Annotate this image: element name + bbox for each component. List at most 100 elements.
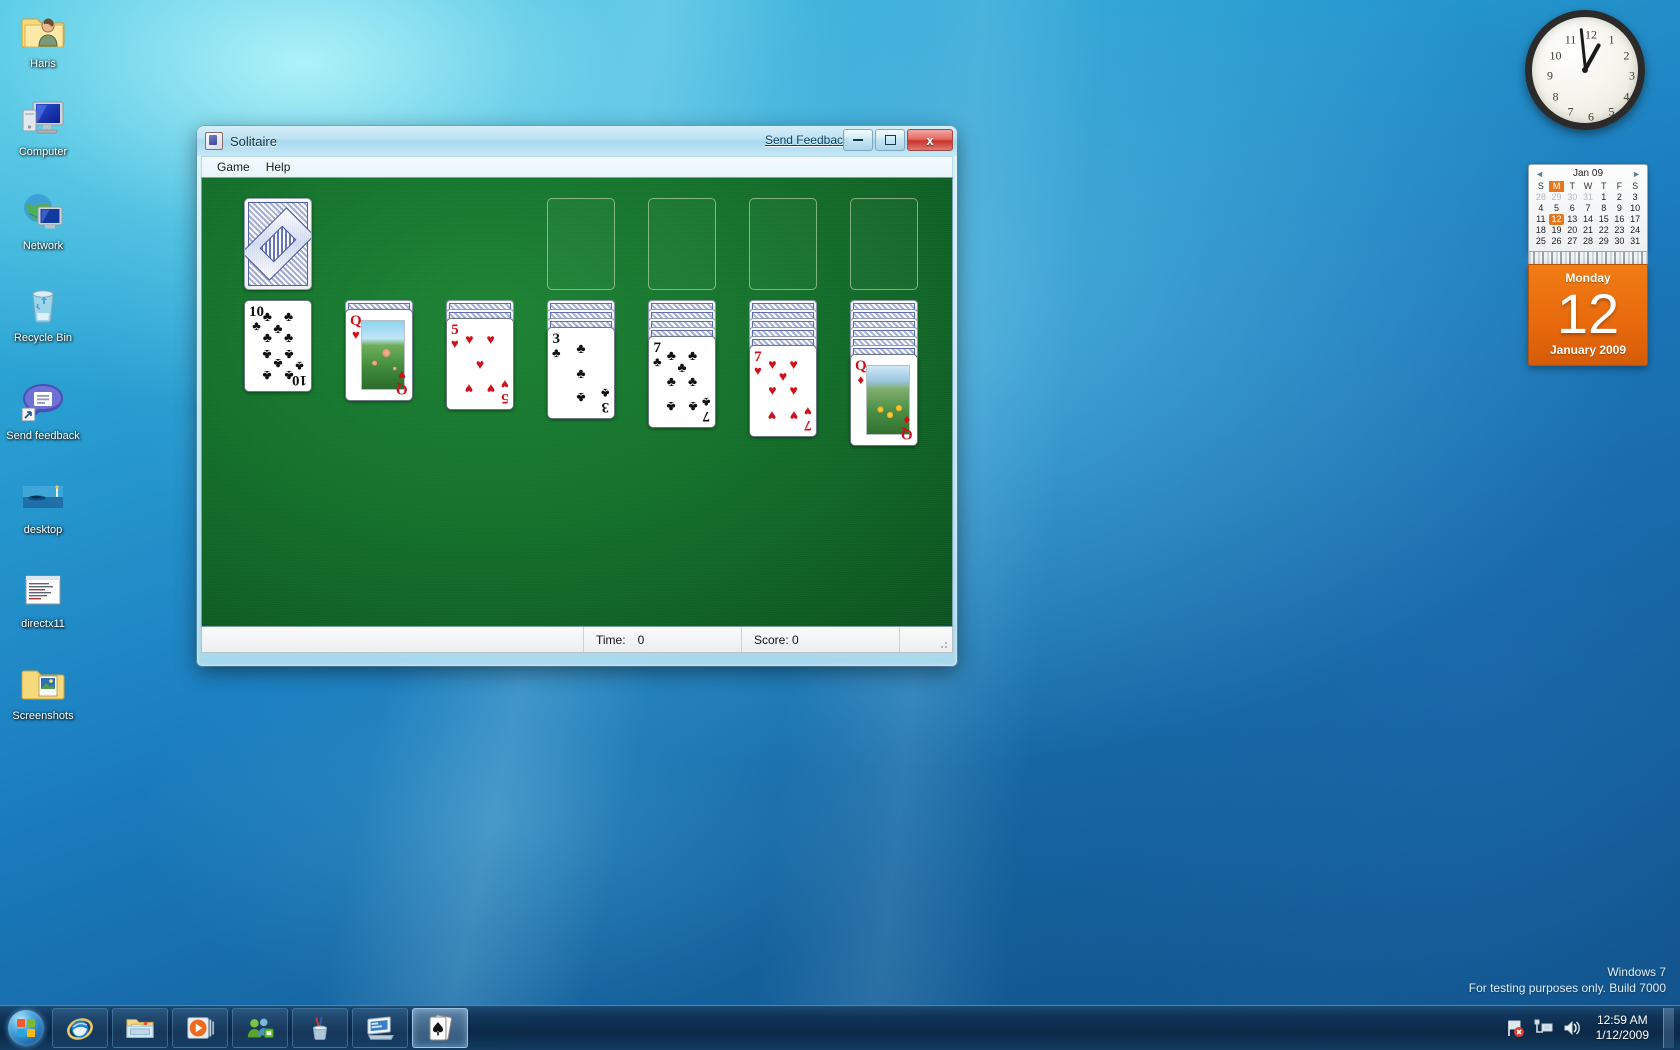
- network-icon[interactable]: [1533, 1018, 1555, 1038]
- prev-month-arrow-icon[interactable]: ◄: [1535, 169, 1544, 179]
- calendar-date-cell[interactable]: 16: [1612, 214, 1628, 225]
- calendar-today-cell[interactable]: 12: [1548, 214, 1565, 225]
- taskbar-messenger[interactable]: [232, 1008, 288, 1048]
- start-button[interactable]: [4, 1008, 48, 1048]
- calendar-date-cell[interactable]: 8: [1596, 203, 1612, 214]
- foundation-4[interactable]: [850, 198, 918, 290]
- foundation-1[interactable]: [547, 198, 615, 290]
- menu-help[interactable]: Help: [258, 158, 299, 176]
- calendar-date-cell[interactable]: 5: [1549, 203, 1565, 214]
- menu-game[interactable]: Game: [209, 158, 258, 176]
- tableau-column-5[interactable]: 7 ♣ ♣ ♣ ♣ ♣ ♣ ♣ ♣ 7 ♣: [648, 336, 716, 428]
- calendar-date-cell[interactable]: 18: [1533, 225, 1549, 236]
- calendar-month-year: January 2009: [1549, 343, 1627, 357]
- calendar-gadget[interactable]: ◄ Jan 09 ► S M T W T F S 28 29 30 31 1 2 3 4 5 6 7 8 9 10 11 1…: [1528, 164, 1648, 414]
- foundation-2[interactable]: [648, 198, 716, 290]
- taskbar-internet-explorer[interactable]: [52, 1008, 108, 1048]
- action-center-icon[interactable]: [1505, 1018, 1527, 1038]
- system-tray[interactable]: 12:59 AM 1/12/2009: [1502, 1008, 1680, 1048]
- desktop-icon-network[interactable]: Network: [4, 188, 82, 252]
- calendar-date-cell[interactable]: 26: [1549, 236, 1565, 247]
- tableau-column-1[interactable]: 10 ♣ ♣ ♣ ♣ ♣ ♣ ♣ ♣ ♣ ♣ ♣ 10 ♣: [244, 300, 312, 392]
- calendar-date-cell[interactable]: 28: [1580, 236, 1596, 247]
- minimize-button[interactable]: [843, 129, 873, 151]
- volume-icon[interactable]: [1561, 1018, 1583, 1038]
- calendar-month-view[interactable]: ◄ Jan 09 ► S M T W T F S 28 29 30 31 1 2 3 4 5 6 7 8 9 10 11 1…: [1528, 164, 1648, 252]
- calendar-grid[interactable]: S M T W T F S 28 29 30 31 1 2 3 4 5 6 7 8 9 10 11 12 13 14 15 16 17…: [1533, 181, 1643, 247]
- calendar-date-cell[interactable]: 1: [1596, 192, 1612, 203]
- calendar-date-cell[interactable]: 13: [1564, 214, 1580, 225]
- calendar-date-cell[interactable]: 25: [1533, 236, 1549, 247]
- calendar-date-cell[interactable]: 28: [1533, 192, 1549, 203]
- card-corner-bottom: 3 ♣: [601, 386, 610, 415]
- resize-grip-icon[interactable]: [937, 638, 949, 650]
- calendar-header: ◄ Jan 09 ►: [1533, 168, 1643, 181]
- close-button[interactable]: x: [907, 129, 953, 151]
- tableau-column-2[interactable]: Q ♥ Q ♥: [345, 309, 413, 401]
- maximize-button[interactable]: [875, 129, 905, 151]
- titlebar[interactable]: Solitaire Send Feedback x: [197, 126, 957, 156]
- calendar-date-cell[interactable]: 24: [1627, 225, 1643, 236]
- calendar-date-cell[interactable]: 30: [1612, 236, 1628, 247]
- card-corner-top: 7 ♥: [754, 350, 762, 378]
- calendar-date-cell[interactable]: 7: [1580, 203, 1596, 214]
- foundation-3[interactable]: [749, 198, 817, 290]
- send-feedback-link[interactable]: Send Feedback: [765, 133, 849, 147]
- desktop-icon-directx11[interactable]: directx11: [4, 566, 82, 630]
- internet-explorer-icon: [67, 1018, 93, 1040]
- window-controls[interactable]: x: [843, 129, 953, 151]
- calendar-date-cell[interactable]: 3: [1627, 192, 1643, 203]
- calendar-date-cell[interactable]: 6: [1564, 203, 1580, 214]
- card-corner-top: 7 ♣: [653, 341, 662, 369]
- next-month-arrow-icon[interactable]: ►: [1632, 169, 1641, 179]
- taskbar-windows-media-player[interactable]: [172, 1008, 228, 1048]
- calendar-date-cell[interactable]: 27: [1564, 236, 1580, 247]
- analog-clock-gadget[interactable]: 12 1 2 3 4 5 6 7 8 9 10 11: [1519, 4, 1651, 136]
- desktop-icon-send-feedback[interactable]: Send feedback: [4, 378, 82, 442]
- taskbar-gadgets[interactable]: [352, 1008, 408, 1048]
- calendar-date-cell[interactable]: 29: [1596, 236, 1612, 247]
- calendar-date-cell[interactable]: 2: [1612, 192, 1628, 203]
- stock-pile[interactable]: [244, 198, 312, 290]
- calendar-date-cell[interactable]: 22: [1596, 225, 1612, 236]
- calendar-date-cell[interactable]: 17: [1627, 214, 1643, 225]
- calendar-date-cell[interactable]: 29: [1549, 192, 1565, 203]
- solitaire-window[interactable]: Solitaire Send Feedback x Game Help 10 ♣ ♣…: [197, 126, 957, 666]
- desktop-icon-computer[interactable]: Computer: [4, 94, 82, 158]
- clock-and-date[interactable]: 12:59 AM 1/12/2009: [1586, 1013, 1659, 1043]
- calendar-date-cell[interactable]: 15: [1596, 214, 1612, 225]
- card-corner-bottom: Q ♥: [396, 368, 408, 397]
- taskbar-sticky-notes[interactable]: [292, 1008, 348, 1048]
- calendar-day-view[interactable]: Monday 12 January 2009: [1528, 264, 1648, 366]
- tableau-column-6[interactable]: 7 ♥ ♥ ♥ ♥ ♥ ♥ ♥ ♥ 7 ♥: [749, 345, 817, 437]
- show-desktop-button[interactable]: [1663, 1008, 1674, 1048]
- desktop-icon-desktop[interactable]: desktop: [4, 472, 82, 536]
- game-board[interactable]: 10 ♣ ♣ ♣ ♣ ♣ ♣ ♣ ♣ ♣ ♣ ♣ 10 ♣ Q ♥ Q ♥ 5 ♥ ♥ ♥ ♥ ♥ ♥ 5 ♥ 3 ♣ ♣ ♣ ♣ 3 ♣ 7 ♣ ♣ ♣…: [201, 177, 953, 627]
- desktop-icon-recycle-bin[interactable]: Recycle Bin: [4, 280, 82, 344]
- desktop-icon-haris[interactable]: Haris: [4, 6, 82, 70]
- tableau-column-4[interactable]: 3 ♣ ♣ ♣ ♣ 3 ♣: [547, 327, 615, 419]
- tableau-column-3[interactable]: 5 ♥ ♥ ♥ ♥ ♥ ♥ 5 ♥: [446, 318, 514, 410]
- menubar[interactable]: Game Help: [201, 156, 953, 177]
- calendar-date-cell[interactable]: 30: [1564, 192, 1580, 203]
- calendar-date-cell[interactable]: 20: [1564, 225, 1580, 236]
- calendar-date-cell[interactable]: 31: [1627, 236, 1643, 247]
- calendar-date-cell[interactable]: 14: [1580, 214, 1596, 225]
- calendar-spiral-binding: [1528, 252, 1648, 264]
- tableau-column-7[interactable]: Q ♦ Q ♦: [850, 354, 918, 446]
- calendar-date-cell[interactable]: 19: [1549, 225, 1565, 236]
- desktop[interactable]: Haris Computer Network Recycle Bin Send …: [0, 0, 1680, 1050]
- taskbar-windows-explorer[interactable]: [112, 1008, 168, 1048]
- calendar-date-cell[interactable]: 23: [1612, 225, 1628, 236]
- calendar-date-cell[interactable]: 4: [1533, 203, 1549, 214]
- desktop-icon-screenshots[interactable]: Screenshots: [4, 658, 82, 722]
- calendar-date-cell[interactable]: 31: [1580, 192, 1596, 203]
- calendar-date-cell[interactable]: 10: [1627, 203, 1643, 214]
- desktop-icon-label: Computer: [18, 146, 68, 158]
- taskbar-solitaire[interactable]: [412, 1008, 468, 1048]
- status-resize-area[interactable]: [900, 627, 952, 652]
- calendar-date-cell[interactable]: 9: [1612, 203, 1628, 214]
- calendar-date-cell[interactable]: 21: [1580, 225, 1596, 236]
- calendar-date-cell[interactable]: 11: [1533, 214, 1549, 225]
- taskbar[interactable]: 12:59 AM 1/12/2009: [0, 1005, 1680, 1050]
